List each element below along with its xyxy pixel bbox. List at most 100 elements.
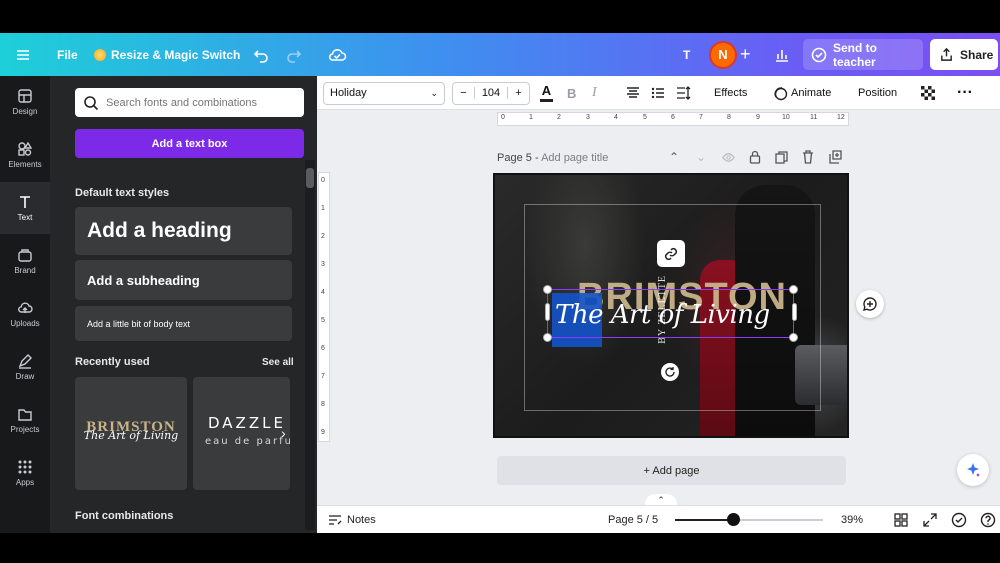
brand-kit-icon bbox=[18, 249, 32, 262]
recent-template-dazzle[interactable]: DAZZLE eau de parfum bbox=[193, 377, 290, 490]
transparency-icon[interactable] bbox=[921, 76, 935, 110]
add-collaborator-icon[interactable]: + bbox=[740, 33, 751, 76]
recent-template-brimston[interactable]: BRIMSTON The Art of Living bbox=[75, 377, 187, 490]
text-color-button[interactable]: A bbox=[540, 76, 553, 110]
redo-icon[interactable] bbox=[285, 33, 303, 76]
card-dazzle-subtitle: eau de parfum bbox=[205, 436, 290, 447]
page-header: Page 5 - Add page title bbox=[497, 152, 609, 164]
magic-assistant-button[interactable] bbox=[957, 454, 989, 486]
page-title-input[interactable]: Add page title bbox=[541, 152, 608, 164]
ruler-tick-label: 10 bbox=[782, 114, 790, 121]
menu-icon[interactable] bbox=[14, 33, 32, 76]
link-button[interactable] bbox=[657, 240, 685, 267]
rail-label: Draw bbox=[15, 372, 35, 381]
fullscreen-icon[interactable] bbox=[923, 513, 937, 532]
add-comment-button[interactable] bbox=[856, 290, 884, 318]
send-to-teacher-button[interactable]: Send to teacher bbox=[803, 39, 923, 70]
ruler-tick-label: 6 bbox=[321, 345, 325, 352]
panel-scroll-thumb[interactable] bbox=[306, 168, 314, 188]
position-button[interactable]: Position bbox=[858, 76, 897, 110]
rail-item-design[interactable]: Design bbox=[0, 76, 50, 128]
more-options-icon[interactable]: ··· bbox=[957, 76, 973, 110]
resize-handle-top-left[interactable] bbox=[543, 285, 552, 294]
folder-icon bbox=[18, 409, 32, 421]
chevron-up-icon[interactable]: ⌃ bbox=[669, 150, 679, 164]
resize-handle-top-right[interactable] bbox=[789, 285, 798, 294]
pen-icon bbox=[18, 354, 32, 369]
zoom-slider-track[interactable] bbox=[675, 513, 823, 526]
selection-box[interactable] bbox=[547, 289, 794, 338]
animate-label: Animate bbox=[791, 87, 832, 99]
chevron-down-icon: ⌄ bbox=[430, 87, 438, 98]
add-page-icon[interactable] bbox=[828, 150, 842, 169]
ruler-tick-label: 11 bbox=[810, 114, 818, 121]
rail-item-uploads[interactable]: Uploads bbox=[0, 288, 50, 340]
side-rail: Design Elements Text Brand Uploads Draw … bbox=[0, 76, 50, 533]
rail-item-text[interactable]: Text bbox=[0, 182, 50, 234]
avatar[interactable]: N bbox=[709, 33, 737, 76]
italic-button[interactable]: I bbox=[592, 76, 597, 110]
search-input[interactable] bbox=[106, 96, 291, 109]
resize-handle-right[interactable] bbox=[792, 303, 797, 321]
rail-item-brand[interactable]: Brand bbox=[0, 235, 50, 287]
resize-button[interactable]: Resize & Magic Switch bbox=[94, 33, 240, 76]
rail-item-draw[interactable]: Draw bbox=[0, 341, 50, 393]
align-center-icon[interactable] bbox=[626, 76, 640, 110]
resize-handle-left[interactable] bbox=[545, 303, 550, 321]
lock-icon[interactable] bbox=[749, 150, 761, 169]
shapes-icon bbox=[18, 141, 33, 156]
carousel-next-icon[interactable]: › bbox=[281, 425, 286, 441]
text-toolbar: Holiday ⌄ − 104 + A B I Effects Animate … bbox=[317, 76, 1000, 110]
zoom-level[interactable]: 39% bbox=[841, 506, 863, 534]
spacing-icon[interactable] bbox=[676, 76, 691, 110]
add-page-button[interactable]: + Add page bbox=[497, 456, 846, 485]
effects-button[interactable]: Effects bbox=[714, 76, 747, 110]
resize-handle-bottom-right[interactable] bbox=[789, 333, 798, 342]
color-underline bbox=[540, 98, 553, 102]
rail-item-apps[interactable]: Apps bbox=[0, 447, 50, 499]
increase-size-button[interactable]: + bbox=[507, 87, 529, 99]
undo-icon[interactable] bbox=[252, 33, 270, 76]
font-size-value[interactable]: 104 bbox=[475, 87, 507, 99]
share-button[interactable]: Share bbox=[930, 39, 998, 70]
ruler-tick-label: 5 bbox=[643, 114, 647, 121]
file-menu[interactable]: File bbox=[57, 33, 78, 76]
decrease-size-button[interactable]: − bbox=[453, 87, 475, 99]
rail-item-projects[interactable]: Projects bbox=[0, 394, 50, 446]
send-label: Send to teacher bbox=[833, 40, 877, 69]
add-text-box-button[interactable]: Add a text box bbox=[75, 129, 304, 158]
cloud-saved-icon[interactable] bbox=[327, 33, 347, 76]
font-select[interactable]: Holiday ⌄ bbox=[323, 76, 445, 110]
rotate-handle[interactable] bbox=[661, 363, 679, 381]
notes-button[interactable]: Notes bbox=[328, 506, 376, 534]
rail-item-elements[interactable]: Elements bbox=[0, 129, 50, 181]
add-heading-button[interactable]: Add a heading bbox=[75, 207, 292, 255]
delete-page-icon[interactable] bbox=[802, 150, 814, 169]
see-all-link[interactable]: See all bbox=[262, 357, 294, 368]
avatar-initial: N bbox=[709, 40, 737, 69]
animate-button[interactable]: Animate bbox=[773, 76, 831, 110]
analytics-icon[interactable] bbox=[773, 33, 791, 76]
ruler-tick-label: 6 bbox=[671, 114, 675, 121]
help-icon[interactable] bbox=[980, 512, 996, 533]
search-field[interactable] bbox=[75, 88, 304, 117]
page-count[interactable]: Page 5 / 5 bbox=[608, 506, 658, 534]
zoom-slider-knob[interactable] bbox=[727, 513, 740, 526]
user-initial[interactable]: T bbox=[683, 33, 690, 76]
bold-button[interactable]: B bbox=[567, 76, 576, 110]
duplicate-page-icon[interactable] bbox=[775, 151, 789, 169]
check-icon[interactable] bbox=[951, 512, 967, 533]
grid-view-icon[interactable] bbox=[894, 513, 908, 532]
list-icon[interactable] bbox=[651, 76, 665, 110]
page-label: Page 5 bbox=[497, 152, 532, 164]
rotate-icon bbox=[665, 367, 675, 377]
panel-scrollbar[interactable] bbox=[305, 160, 315, 530]
share-upload-icon bbox=[941, 47, 952, 61]
add-subheading-button[interactable]: Add a subheading bbox=[75, 260, 292, 300]
rail-label: Elements bbox=[8, 160, 42, 169]
chevron-down-icon[interactable]: ⌄ bbox=[696, 150, 706, 164]
add-body-text-button[interactable]: Add a little bit of body text bbox=[75, 306, 292, 341]
sparkle-icon bbox=[967, 463, 980, 477]
resize-handle-bottom-left[interactable] bbox=[543, 333, 552, 342]
hide-page-icon[interactable] bbox=[722, 151, 735, 169]
